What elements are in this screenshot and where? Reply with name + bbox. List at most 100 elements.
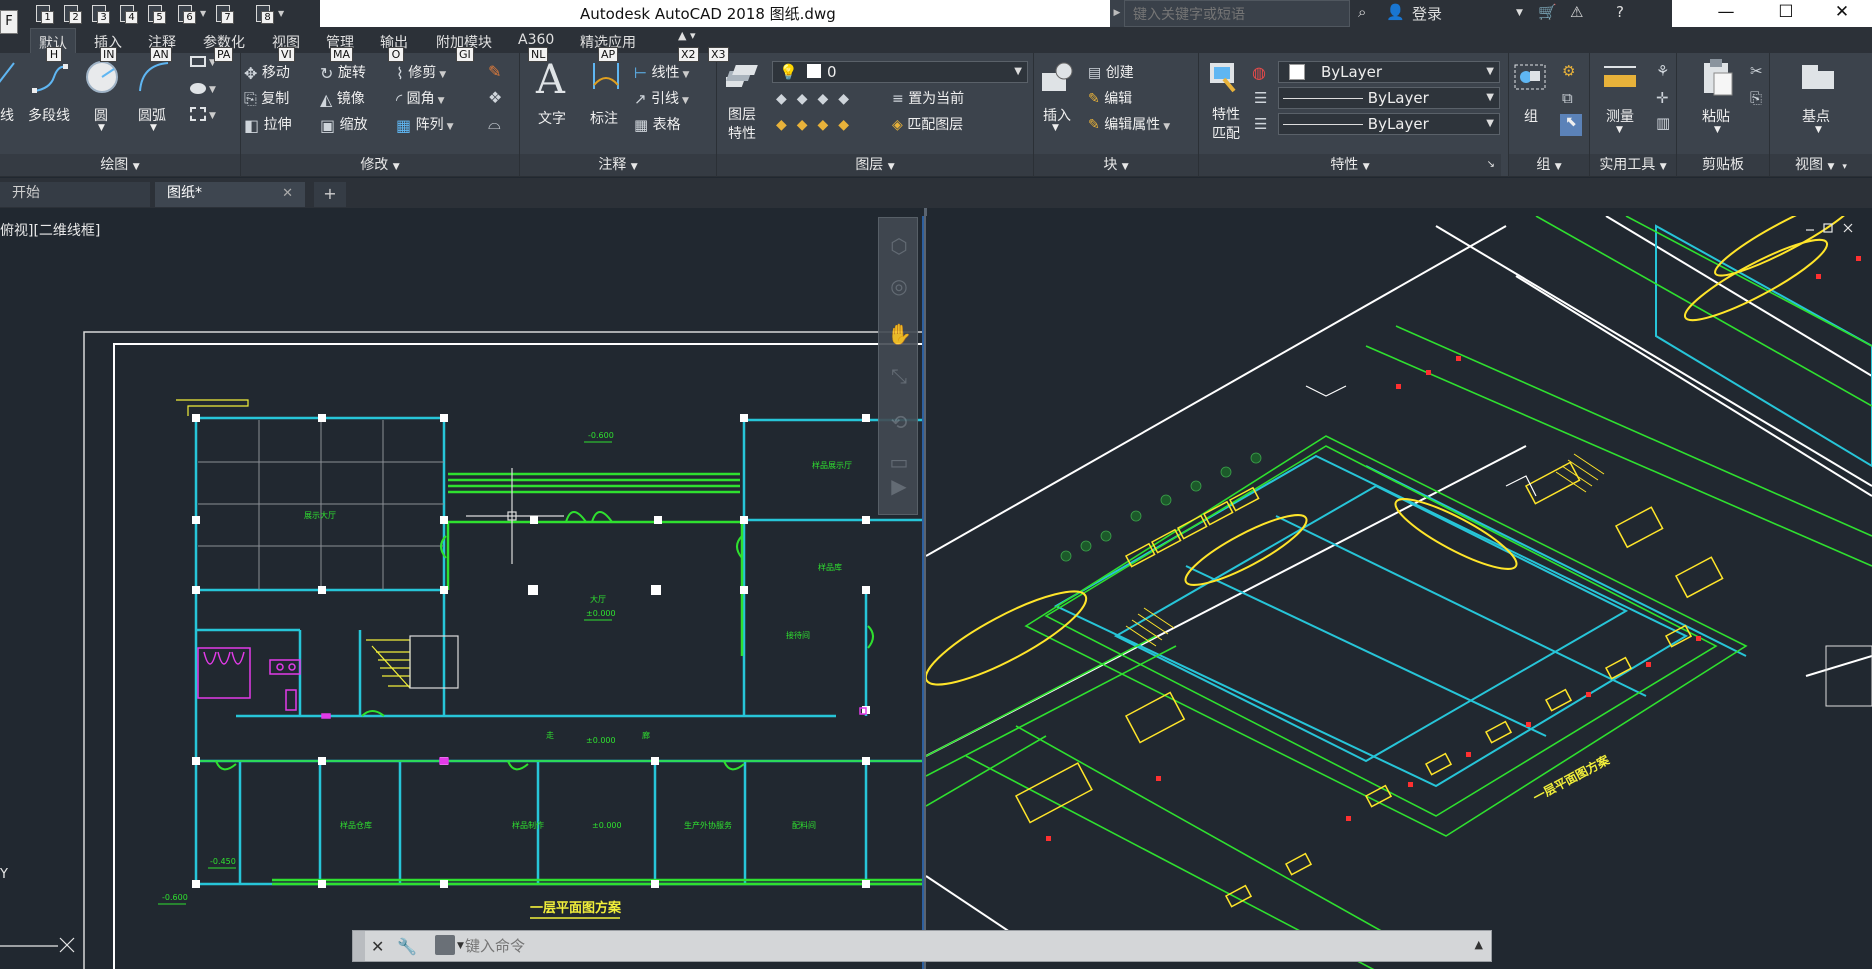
help-search-input[interactable] bbox=[1124, 0, 1350, 27]
layers-panel-title[interactable]: 图层 ▼ bbox=[717, 154, 1033, 176]
command-input[interactable] bbox=[465, 931, 1445, 961]
clipboard-panel-title[interactable]: 剪贴板 bbox=[1677, 154, 1769, 176]
tab-start[interactable]: 开始 bbox=[0, 182, 150, 207]
chevron-down-icon[interactable]: ▼ bbox=[1616, 125, 1623, 135]
move-button[interactable]: ✥ 移动 bbox=[244, 62, 290, 83]
login-link[interactable]: 登录 bbox=[1412, 3, 1442, 24]
chevron-down-icon[interactable]: ▼ bbox=[1516, 8, 1523, 18]
line-button[interactable]: 线 bbox=[0, 105, 14, 125]
group-edit-icon[interactable]: ⧉ bbox=[1562, 89, 1573, 107]
showmotion-icon[interactable]: ▭ bbox=[887, 450, 911, 474]
create-block-button[interactable]: ▤ 创建 bbox=[1088, 62, 1134, 82]
viewport-window-controls[interactable] bbox=[1806, 223, 1853, 233]
group-select-toggle[interactable]: ⬉ bbox=[1560, 114, 1582, 136]
groups-panel-title[interactable]: 组 ▼ bbox=[1509, 154, 1589, 176]
help-icon[interactable]: ? bbox=[1616, 3, 1624, 21]
text-icon[interactable]: A bbox=[536, 57, 565, 103]
edit-attributes-button[interactable]: ✎ 编辑属性 ▼ bbox=[1088, 114, 1170, 134]
insert-button[interactable]: 插入 bbox=[1043, 105, 1071, 125]
command-prompt-icon[interactable] bbox=[435, 935, 455, 955]
qat-open-web-button[interactable]: 5 bbox=[146, 5, 168, 24]
qat-undo-button[interactable]: 7 bbox=[214, 5, 236, 24]
stretch-button[interactable]: ◧ 拉伸 bbox=[244, 114, 292, 135]
insert-block-icon[interactable] bbox=[1038, 61, 1074, 101]
copy-clip-icon[interactable]: ⎘ bbox=[1750, 89, 1762, 107]
chevron-down-icon[interactable]: ▼ bbox=[1815, 125, 1822, 135]
erase-icon[interactable]: ✎ bbox=[488, 62, 501, 81]
orbit-icon[interactable]: ⟲ bbox=[887, 410, 911, 434]
linear-button[interactable]: ⊢ 线性 ▼ bbox=[634, 62, 689, 82]
layer-tools-row1[interactable]: ◆◆◆◆ bbox=[776, 91, 859, 107]
dimension-icon[interactable] bbox=[588, 59, 624, 99]
lineweight-dropdown[interactable]: ByLayer ▼ bbox=[1278, 113, 1500, 135]
ribbon-minimize-toggle[interactable]: ▲ ▾ bbox=[678, 29, 695, 42]
properties-panel-title[interactable]: 特性 ▼ ↘ bbox=[1199, 154, 1501, 176]
explode-icon[interactable]: ❖ bbox=[488, 88, 502, 107]
new-tab-button[interactable]: + bbox=[314, 182, 346, 207]
annotation-panel-title[interactable]: 注释 ▼ bbox=[520, 154, 716, 176]
linetype-dropdown[interactable]: ByLayer ▼ bbox=[1278, 87, 1500, 109]
chevron-down-icon[interactable]: ▼ bbox=[1714, 125, 1721, 135]
chevron-down-icon[interactable]: ▼ bbox=[457, 941, 464, 951]
layer-dropdown[interactable]: 💡 0 ▼ bbox=[772, 61, 1028, 83]
viewport-plan[interactable]: 俯视][二维线框] 展示大厅 大厅 样品展示厅 样品库 接待间 样品制作 生产外… bbox=[0, 216, 924, 969]
layer-properties-button[interactable]: 图层 特性 bbox=[728, 106, 756, 144]
tab-a360[interactable]: A360 bbox=[518, 32, 554, 48]
calculator-icon[interactable]: ▥ bbox=[1656, 114, 1670, 132]
qat-open-button[interactable]: 2 bbox=[62, 5, 84, 24]
polyline-button[interactable]: 多段线 bbox=[28, 105, 70, 125]
drag-handle[interactable] bbox=[353, 931, 365, 961]
group-icon[interactable] bbox=[1512, 59, 1548, 99]
arc-button[interactable]: 圆弧 bbox=[138, 105, 166, 125]
qat-save-button[interactable]: 3 bbox=[90, 5, 112, 24]
layer-properties-icon[interactable] bbox=[719, 59, 762, 99]
close-icon[interactable]: ✕ bbox=[371, 937, 384, 956]
fillet-button[interactable]: ◜ 圆角 ▼ bbox=[396, 88, 445, 109]
mirror-button[interactable]: ◭ 镜像 bbox=[320, 88, 365, 109]
ungroup-icon[interactable]: ⚙ bbox=[1562, 62, 1575, 80]
binoculars-icon[interactable]: ⌕ bbox=[1358, 3, 1366, 21]
circle-icon[interactable] bbox=[84, 59, 120, 99]
viewcube-icon[interactable]: ⬡ bbox=[887, 234, 911, 258]
match-layer-button[interactable]: ◈ 匹配图层 bbox=[892, 114, 963, 134]
layer-tools-row2[interactable]: ◆◆◆◆ bbox=[776, 117, 859, 133]
search-expand-arrow[interactable]: ▶ bbox=[1110, 0, 1124, 27]
leader-button[interactable]: ↗ 引线 ▼ bbox=[634, 88, 689, 108]
user-icon[interactable]: 👤 bbox=[1386, 3, 1405, 21]
linetype-icon[interactable]: ☰ bbox=[1254, 89, 1267, 107]
rotate-button[interactable]: ↻ 旋转 bbox=[320, 62, 366, 83]
chevron-down-icon[interactable]: ▼ bbox=[150, 123, 157, 133]
chevron-up-icon[interactable]: ▲ bbox=[1475, 938, 1483, 951]
view-panel-title[interactable]: 视图 ▼ ▾ bbox=[1770, 154, 1872, 176]
maximize-button[interactable]: ☐ bbox=[1756, 0, 1816, 27]
polyline-icon[interactable] bbox=[30, 61, 70, 99]
array-button[interactable]: ▦ 阵列 ▼ bbox=[396, 114, 454, 135]
hatch-button[interactable]: ▼ bbox=[190, 80, 216, 96]
qat-new-button[interactable]: 1 bbox=[34, 5, 56, 24]
tab-drawing[interactable]: 图纸* ✕ bbox=[155, 182, 305, 207]
group-button[interactable]: 组 bbox=[1524, 106, 1538, 126]
dimension-button[interactable]: 标注 bbox=[590, 108, 618, 128]
quick-select-icon[interactable]: ⚘ bbox=[1656, 62, 1669, 80]
match-properties-icon[interactable] bbox=[1206, 59, 1242, 99]
offset-icon[interactable]: ⌓ bbox=[488, 114, 501, 134]
line-icon[interactable] bbox=[0, 59, 16, 97]
color-dropdown[interactable]: ByLayer ▼ bbox=[1278, 61, 1500, 83]
dialog-launcher-icon[interactable]: ↘ bbox=[1487, 154, 1495, 176]
zoom-extents-icon[interactable]: ⤡ bbox=[887, 364, 911, 388]
pan-icon[interactable]: ✋ bbox=[887, 322, 912, 346]
match-properties-button[interactable]: 特性 匹配 bbox=[1212, 106, 1240, 144]
measure-icon[interactable] bbox=[1602, 61, 1638, 101]
draw-panel-title[interactable]: 绘图 ▼ bbox=[0, 154, 240, 176]
point-icon[interactable]: ✛ bbox=[1656, 89, 1669, 107]
exchange-icon[interactable]: ⚠ bbox=[1570, 3, 1583, 21]
measure-button[interactable]: 测量 bbox=[1606, 106, 1634, 126]
edit-block-button[interactable]: ✎ 编辑 bbox=[1088, 88, 1132, 108]
trim-button[interactable]: ⌇ 修剪 ▼ bbox=[396, 62, 446, 83]
scale-button[interactable]: ▣ 缩放 bbox=[320, 114, 368, 135]
boundary-button[interactable]: ▼ bbox=[190, 106, 216, 122]
play-icon[interactable]: ▶ bbox=[887, 474, 911, 498]
arc-icon[interactable] bbox=[136, 59, 172, 99]
base-view-icon[interactable] bbox=[1800, 61, 1836, 95]
text-button[interactable]: 文字 bbox=[538, 108, 566, 128]
